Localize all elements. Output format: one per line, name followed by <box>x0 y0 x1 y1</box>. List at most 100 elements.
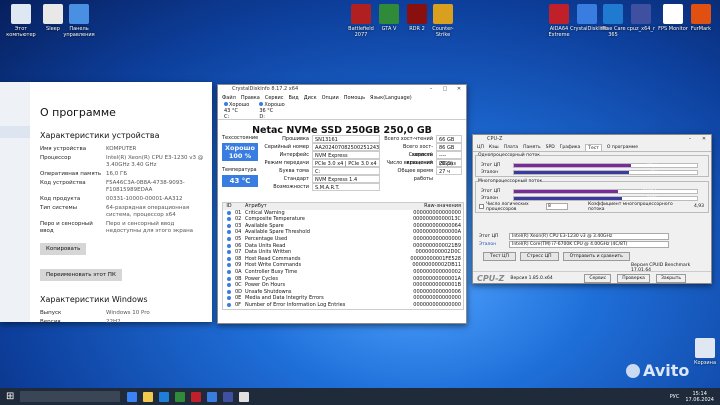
smart-row[interactable]: 06 Data Units Read 0000000000021B9 <box>223 243 463 250</box>
attr-raw: 000000000000000 <box>413 301 461 308</box>
spec-value: Перо и сенсорный ввод недоступны для это… <box>106 221 194 234</box>
cpuz-tab[interactable]: ЦП <box>477 144 484 151</box>
crystal-taskbar-icon[interactable] <box>207 391 218 402</box>
info-row: Возможности S.M.A.R.T. <box>262 183 382 191</box>
lang-indicator[interactable]: РУС <box>670 394 680 400</box>
copy-button[interactable]: Копировать <box>40 243 87 255</box>
menu-item[interactable]: Файл <box>222 94 236 102</box>
crystal-titlebar[interactable]: CrystalDiskInfo 8.17.2 x64 – □ ✕ <box>218 85 466 94</box>
attr-id: 0A <box>235 268 242 275</box>
smart-row[interactable]: 0E Media and Data Integrity Errors 0000000… <box>223 295 463 302</box>
aida-icon[interactable] <box>191 391 202 402</box>
multi-this-label: Этот ЦП <box>481 189 501 194</box>
smart-row[interactable]: 05 Percentage Used 000000000000000 <box>223 236 463 243</box>
threads-row: Число логических процессоров 8 Коэффицие… <box>479 202 709 212</box>
close-button[interactable]: Закрыть <box>655 273 686 283</box>
smart-row[interactable]: 0D Unsafe Shutdowns 000000000000006 <box>223 289 463 296</box>
desktop-icon[interactable]: cpuz_x64_r <box>624 4 658 32</box>
chrome-icon[interactable] <box>175 391 186 402</box>
attr-id: 06 <box>235 242 242 249</box>
service-button[interactable]: Сервис <box>584 273 612 283</box>
smart-row[interactable]: 0B Power Cycles 00000000000001A <box>223 276 463 283</box>
start-windows-icon[interactable]: ⊞ <box>6 391 14 402</box>
clock[interactable]: 15:14 17.06.2024 <box>685 391 714 403</box>
close-icon[interactable]: ✕ <box>697 135 711 144</box>
cpuz-tab[interactable]: Графика <box>560 144 581 151</box>
watermark-text: Avito <box>643 361 690 380</box>
smart-row[interactable]: 0C Power On Hours 00000000000001B <box>223 282 463 289</box>
smart-row[interactable]: 09 Host Write Commands 00000000002DB11 <box>223 262 463 269</box>
menu-item[interactable]: Вид <box>289 94 299 102</box>
settings-nav-selected[interactable] <box>0 126 30 138</box>
cpuz-tab[interactable]: Память <box>523 144 541 151</box>
smart-row[interactable]: 0A Controller Busy Time 000000000000002 <box>223 269 463 276</box>
smart-row[interactable]: 04 Available Spare Threshold 0000000000000… <box>223 229 463 236</box>
task-view-icon[interactable] <box>127 391 138 402</box>
device-specs-heading: Характеристики устройства <box>40 131 160 140</box>
menu-item[interactable]: Диск <box>304 94 317 102</box>
cpuz-tab[interactable]: Плата <box>504 144 518 151</box>
col-id[interactable]: ID <box>223 203 235 210</box>
menu-item[interactable]: Сервис <box>265 94 284 102</box>
search-input[interactable] <box>20 391 121 402</box>
menu-item[interactable]: Опции <box>322 94 339 102</box>
smart-row[interactable]: 01 Critical Warning 000000000000000 <box>223 210 463 217</box>
minimize-icon[interactable]: – <box>683 135 697 144</box>
smart-row[interactable]: 07 Data Units Written 00000000002D0C <box>223 249 463 256</box>
verify-button[interactable]: Проверка <box>617 273 650 283</box>
cpuz-tab[interactable]: SPD <box>546 144 555 151</box>
menu-item[interactable]: Помощь <box>344 94 365 102</box>
spec-value: 16,0 ГБ <box>106 171 128 177</box>
cpuz-titlebar[interactable]: CPU-Z – ✕ <box>473 135 711 144</box>
desktop-icon[interactable]: FurMark <box>684 4 718 32</box>
close-icon[interactable]: ✕ <box>452 85 466 94</box>
submit-compare-button[interactable]: Отправить и сравнить <box>562 252 630 261</box>
taskbar: ⊞ РУС 15:14 17.06.2024 <box>0 388 720 405</box>
maximize-icon[interactable]: □ <box>438 85 452 94</box>
drive-button[interactable]: Хорошо 36 °C D: <box>259 102 285 120</box>
desktop-icon[interactable]: Панель управления <box>62 4 96 38</box>
disk-info-right: Всего хост-чтений 66 GB Всего хост-записей… <box>384 135 464 182</box>
drive-button[interactable]: Хорошо 43 °C C: <box>224 102 249 120</box>
desktop-icon[interactable]: Корзина <box>688 338 720 366</box>
smart-row[interactable]: 03 Available Spare 000000000000064 <box>223 223 463 230</box>
desktop-icon[interactable]: Этот компьютер <box>4 4 38 38</box>
cpuz-taskbar-icon[interactable] <box>223 391 234 402</box>
threads-select[interactable]: 8 <box>546 203 568 210</box>
attr-raw: 00000000002D0C <box>415 249 461 256</box>
smart-row[interactable]: 0F Number of Error Information Log Entrie… <box>223 302 463 309</box>
app-icon <box>577 4 597 24</box>
edge-icon[interactable] <box>159 391 170 402</box>
smart-row[interactable]: 02 Composite Temperature 00000000000013C <box>223 216 463 223</box>
cpuz-tab[interactable]: Тест <box>585 144 602 151</box>
cpuz-tab[interactable]: Кэш <box>489 144 499 151</box>
minimize-icon[interactable]: – <box>424 85 438 94</box>
status-icon <box>223 262 235 269</box>
etalon-select[interactable]: Intel(R) Core(TM) i7-6700K CPU @ 4.00GHz… <box>509 241 669 248</box>
col-raw[interactable]: Raw-значения <box>395 203 461 210</box>
rename-pc-button[interactable]: Переименовать этот ПК <box>40 269 122 281</box>
bench-cpu-button[interactable]: Тест ЦП <box>483 252 516 261</box>
desktop: Этот компьютер Sleep Панель управления Batt… <box>0 0 720 388</box>
single-ref-score: 474 <box>649 170 657 175</box>
desktop-icon[interactable]: Counter-Strike <box>426 4 460 38</box>
smart-row[interactable]: 08 Host Read Commands 00000000001FE528 <box>223 256 463 263</box>
explorer-icon[interactable] <box>143 391 154 402</box>
status-icon <box>223 216 235 223</box>
single-this-label: Этот ЦП <box>481 163 501 168</box>
info-row: Серийный номер AA202407082500251243 <box>262 143 382 151</box>
smart-table: ID Атрибут Raw-значения 01 Critical Warni… <box>222 202 464 310</box>
cpuz-tab[interactable]: О программе <box>607 144 638 151</box>
attr-id: 0C <box>235 282 242 289</box>
threads-checkbox[interactable] <box>479 204 484 209</box>
good-status-icon <box>227 276 231 281</box>
info-value: C: <box>312 167 380 175</box>
spec-label: Версия <box>40 319 61 325</box>
menu-item[interactable]: Язык(Language) <box>370 94 412 102</box>
settings-taskbar-icon[interactable] <box>239 391 250 402</box>
menu-item[interactable]: Правка <box>241 94 260 102</box>
col-attribute[interactable]: Атрибут <box>245 203 395 210</box>
app-icon <box>43 4 63 24</box>
stress-cpu-button[interactable]: Стресс ЦП <box>519 252 559 261</box>
app-icon <box>69 4 89 24</box>
